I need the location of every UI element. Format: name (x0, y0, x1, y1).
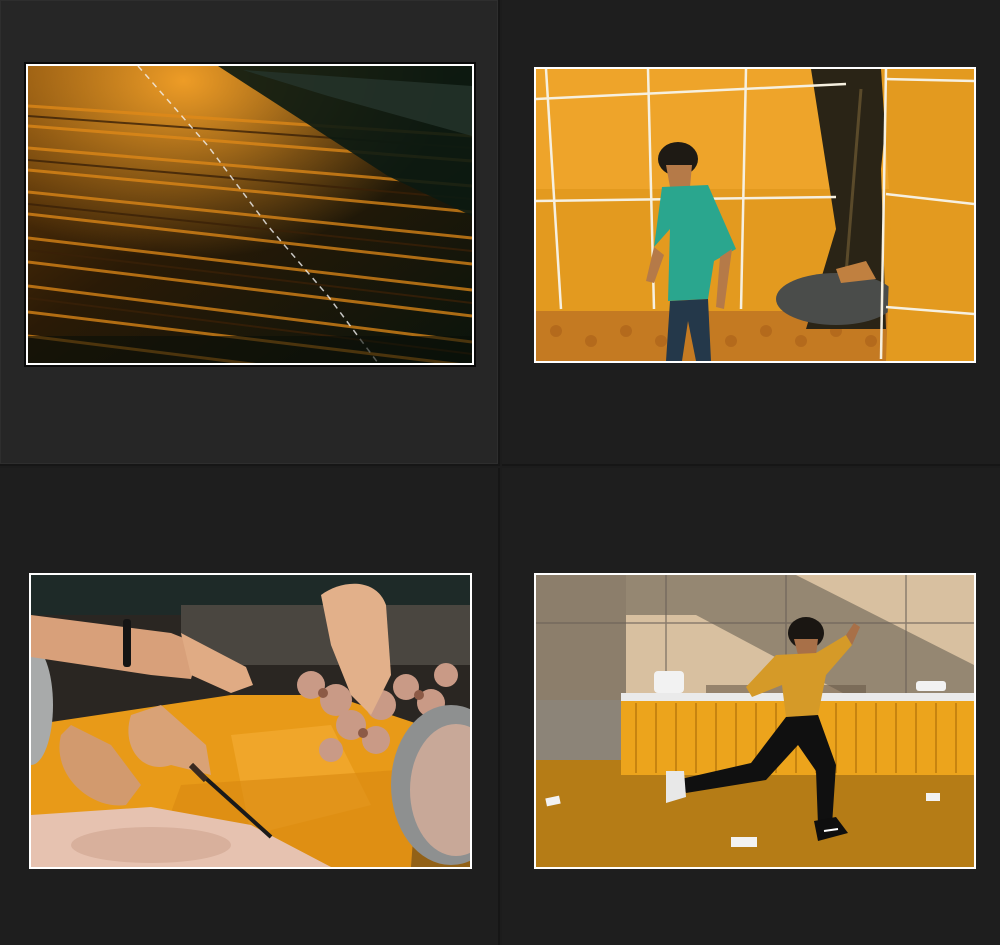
thumbnail-4[interactable] (534, 573, 976, 869)
tent-photo (536, 69, 974, 361)
grid-cell-4[interactable] (502, 468, 1000, 945)
grid-cell-1[interactable] (0, 0, 500, 466)
grid-cell-2[interactable] (502, 0, 1000, 466)
thumbnail-3[interactable] (29, 573, 472, 869)
thumbnail-2[interactable] (534, 67, 976, 363)
kitchen-photo (31, 575, 470, 867)
loom-photo (28, 66, 472, 363)
grid-cell-3[interactable] (0, 468, 500, 945)
thumbnail-1[interactable] (24, 62, 476, 367)
banquet-photo (536, 575, 974, 867)
thumbnail-grid (0, 0, 1000, 945)
